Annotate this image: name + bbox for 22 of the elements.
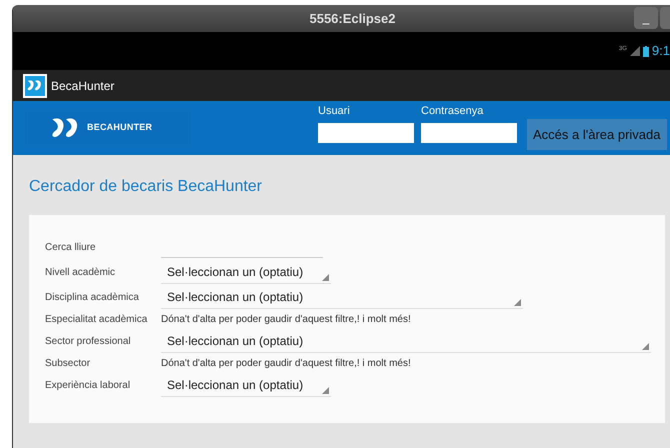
field-label: Especialitat acadèmica [45, 313, 148, 327]
login-button[interactable]: Accés a l'àrea privada [527, 119, 666, 150]
window-title: 5556:Eclipse2 [309, 10, 396, 28]
field-label: Cerca lliure [45, 241, 97, 255]
app-title: BecaHunter [51, 78, 114, 94]
dropdown[interactable]: Sel·leccionan un (optatiu) [161, 286, 523, 308]
field-label: Subsector [45, 357, 92, 371]
minimize-button[interactable]: _ [634, 7, 658, 29]
clock: 9:1 [652, 42, 670, 60]
signup-notice: Dóna't d'alta per poder gaudir d'aquest filtre,! i molt més! [161, 357, 411, 371]
dropdown[interactable]: Sel·leccionan un (optatiu) [161, 374, 331, 396]
dropdown[interactable]: Sel·leccionan un (optatiu) [161, 330, 651, 352]
field-label: Experiència laboral [45, 379, 132, 393]
signup-notice: Dóna't d'alta per poder gaudir d'aquest filtre,! i molt més! [161, 313, 411, 327]
field-label: Nivell acadèmic [45, 266, 116, 280]
brand-name: BECAHUNTER [87, 121, 152, 134]
field-label: Disciplina acadèmica [45, 291, 140, 305]
field-label: Sector professional [45, 335, 132, 349]
password-label: Contrasenya [421, 104, 484, 119]
user-label: Usuari [318, 104, 351, 119]
dropdown[interactable]: Sel·leccionan un (optatiu) [161, 262, 331, 284]
search-title: Cercador de becaris BecaHunter [29, 177, 264, 197]
